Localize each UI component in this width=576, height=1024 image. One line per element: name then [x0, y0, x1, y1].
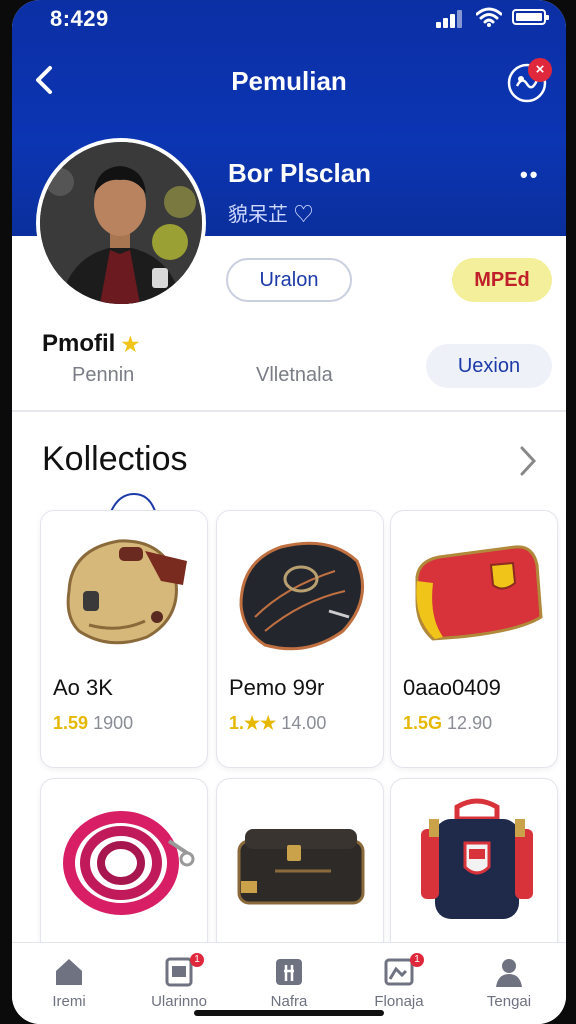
nav-item-profile[interactable]: Tengai [454, 943, 564, 1024]
collection-card-title: Pemo 99r [229, 675, 325, 700]
section-label-profile: Pmofil ★ [42, 330, 139, 358]
wifi-icon [476, 7, 502, 27]
home-icon [56, 959, 82, 985]
nav-label: Nafra [270, 993, 308, 1010]
avatar[interactable] [36, 138, 206, 308]
signal-icon [436, 10, 466, 28]
collection-card-meta: 1.59 1900 [53, 713, 133, 734]
version-button-label: Uexion [457, 354, 521, 377]
collection-card-rating: 1.5G [403, 713, 443, 733]
follow-button-label: MPEd [474, 268, 530, 291]
page-title: Pemulian [231, 66, 347, 96]
nav-label: Tengai [486, 993, 532, 1010]
glove-black-icon [239, 541, 365, 651]
star-icon: ★ [121, 334, 140, 356]
nav-label: Flonaja [374, 993, 424, 1010]
status-time: 8:429 [50, 6, 109, 31]
backpack-icon [421, 798, 533, 919]
shop-icon [276, 959, 302, 985]
home-indicator [194, 1010, 384, 1016]
collection-card-price: 1900 [93, 713, 134, 733]
collection-card[interactable]: Ao 3K 1.59 1900 [40, 510, 208, 768]
profile-subname: 貌呆芷 ♡ [228, 204, 314, 226]
stat-right: Vlletnala [256, 364, 333, 386]
notification-dot: 1 [410, 953, 424, 967]
battery-icon [512, 9, 549, 25]
more-options-button[interactable]: •• [520, 162, 539, 188]
wallet-red-icon [415, 545, 543, 641]
follow-button[interactable]: MPEd [452, 258, 552, 302]
status-button[interactable]: Uralon [226, 258, 352, 302]
suitcase-icon [237, 829, 365, 905]
collection-card-price: 14.00 [281, 713, 327, 733]
collection-card-title: Ao 3K [53, 675, 113, 700]
chevron-right-icon[interactable] [516, 444, 540, 478]
collection-card[interactable]: 0aao0409 1.5G 12.90 [390, 510, 558, 768]
profile-name: Bor Plsclan [228, 158, 372, 188]
stat-left: Pennin [72, 364, 135, 386]
collection-card-price: 12.90 [447, 713, 493, 733]
app-screen: 8:429 Pemulian × Bor Plsclan 貌呆芷 ♡ •• Ur… [12, 0, 566, 1024]
pink-rope-icon [63, 811, 195, 915]
collections-title: Kollectios [42, 440, 188, 478]
notification-dot: 1 [190, 953, 204, 967]
profile-label-text: Pmofil [42, 330, 116, 357]
nav-label: Iremi [52, 993, 86, 1010]
version-button[interactable]: Uexion [426, 344, 552, 388]
collection-card-title: 0aao0409 [403, 675, 501, 700]
glove-tan-icon [66, 539, 187, 645]
nav-item-home[interactable]: Iremi [14, 943, 124, 1024]
nav-label: Ularinno [151, 993, 207, 1010]
status-button-label: Uralon [259, 268, 319, 291]
collection-card-meta: 1.5G 12.90 [403, 713, 492, 734]
status-bar: 8:429 [12, 0, 566, 40]
notification-badge: × [528, 58, 552, 82]
collection-card-meta: 1.★★ 14.00 [229, 713, 326, 734]
profile-icon [496, 959, 522, 987]
collection-card[interactable]: Pemo 99r 1.★★ 14.00 [216, 510, 384, 768]
divider [12, 410, 566, 412]
collection-card-rating: 1.★★ [229, 713, 277, 733]
collection-card-rating: 1.59 [53, 713, 89, 733]
player-photo [40, 142, 202, 304]
